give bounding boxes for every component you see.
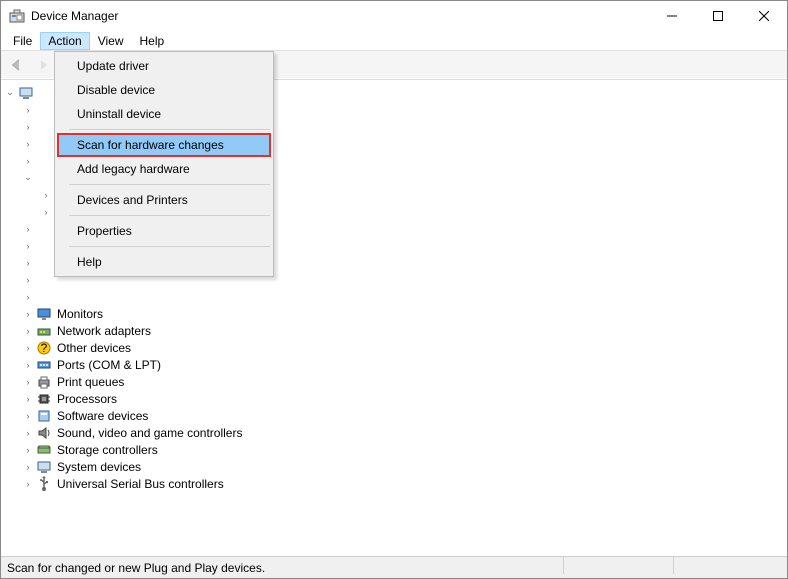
menu-add-legacy[interactable]: Add legacy hardware (57, 157, 271, 181)
system-device-icon (36, 459, 52, 475)
tree-expander-icon[interactable]: › (21, 154, 35, 168)
monitor-icon (36, 306, 52, 322)
unknown-device-icon: ? (36, 340, 52, 356)
tree-expander-icon[interactable]: › (39, 188, 53, 202)
device-manager-window: Device Manager File Action View Help ⌄ ›… (0, 0, 788, 579)
menu-separator (69, 184, 270, 185)
storage-icon (36, 442, 52, 458)
tree-expander-icon[interactable]: › (21, 256, 35, 270)
tree-expander-icon[interactable]: › (21, 460, 35, 474)
tree-label: Storage controllers (55, 443, 160, 457)
tree-item[interactable]: › (3, 288, 785, 305)
tree-item-printqueues[interactable]: › Print queues (3, 373, 785, 390)
statusbar-segments (563, 556, 783, 574)
titlebar[interactable]: Device Manager (1, 1, 787, 31)
statusbar: Scan for changed or new Plug and Play de… (1, 556, 787, 578)
menu-disable-device[interactable]: Disable device (57, 78, 271, 102)
tree-item-sound[interactable]: › Sound, video and game controllers (3, 424, 785, 441)
tree-expander-icon[interactable]: › (21, 103, 35, 117)
tree-expander-icon[interactable]: › (21, 341, 35, 355)
status-text: Scan for changed or new Plug and Play de… (7, 561, 265, 575)
computer-icon (18, 85, 34, 101)
menu-devices-printers[interactable]: Devices and Printers (57, 188, 271, 212)
tree-item-network[interactable]: › Network adapters (3, 322, 785, 339)
tree-expander-icon[interactable]: › (21, 358, 35, 372)
window-title: Device Manager (31, 9, 649, 23)
tree-expander-icon[interactable]: › (21, 290, 35, 304)
tree-expander-icon[interactable]: › (21, 222, 35, 236)
menu-action[interactable]: Action (40, 32, 89, 50)
tree-expander-icon[interactable]: › (21, 120, 35, 134)
tree-expander-open[interactable]: ⌄ (21, 171, 35, 185)
tree-label: System devices (55, 460, 143, 474)
tree-expander-icon[interactable]: › (21, 137, 35, 151)
tree-item-usb[interactable]: › Universal Serial Bus controllers (3, 475, 785, 492)
tree-label: Universal Serial Bus controllers (55, 477, 226, 491)
software-device-icon (36, 408, 52, 424)
tree-expander-icon[interactable]: › (21, 375, 35, 389)
menu-update-driver[interactable]: Update driver (57, 54, 271, 78)
minimize-button[interactable] (649, 1, 695, 31)
tree-item-storage[interactable]: › Storage controllers (3, 441, 785, 458)
maximize-button[interactable] (695, 1, 741, 31)
menu-view[interactable]: View (90, 32, 132, 50)
tree-expander-icon[interactable]: › (21, 443, 35, 457)
tree-expander-icon[interactable]: › (21, 307, 35, 321)
tree-expander-icon[interactable]: › (21, 477, 35, 491)
menu-separator (69, 215, 270, 216)
tree-expander-icon[interactable]: › (21, 392, 35, 406)
tree-expander-icon[interactable]: › (21, 273, 35, 287)
menubar: File Action View Help (1, 31, 787, 51)
tree-label: Software devices (55, 409, 150, 423)
tree-expander-icon[interactable]: › (21, 324, 35, 338)
tree-item-ports[interactable]: › Ports (COM & LPT) (3, 356, 785, 373)
printer-icon (36, 374, 52, 390)
tree-item-monitors[interactable]: › Monitors (3, 305, 785, 322)
tree-item-other[interactable]: ›? Other devices (3, 339, 785, 356)
menu-uninstall-device[interactable]: Uninstall device (57, 102, 271, 126)
back-button[interactable] (5, 53, 29, 77)
sound-icon (36, 425, 52, 441)
tree-expander-open[interactable]: ⌄ (3, 86, 17, 100)
close-button[interactable] (741, 1, 787, 31)
menu-file[interactable]: File (5, 32, 40, 50)
tree-label: Ports (COM & LPT) (55, 358, 163, 372)
action-menu-dropdown: Update driver Disable device Uninstall d… (54, 51, 274, 277)
forward-button[interactable] (31, 53, 55, 77)
window-controls (649, 1, 787, 31)
tree-item-software[interactable]: › Software devices (3, 407, 785, 424)
port-icon (36, 357, 52, 373)
tree-expander-icon[interactable]: › (21, 426, 35, 440)
tree-label: Network adapters (55, 324, 153, 338)
tree-label: Processors (55, 392, 119, 406)
menu-scan-hardware[interactable]: Scan for hardware changes (57, 133, 271, 157)
menu-help[interactable]: Help (57, 250, 271, 274)
tree-label: Print queues (55, 375, 126, 389)
tree-item-processors[interactable]: › Processors (3, 390, 785, 407)
tree-label: Other devices (55, 341, 133, 355)
tree-item-system[interactable]: › System devices (3, 458, 785, 475)
menu-separator (69, 246, 270, 247)
svg-text:?: ? (41, 341, 48, 355)
network-icon (36, 323, 52, 339)
menu-help[interactable]: Help (132, 32, 173, 50)
usb-icon (36, 476, 52, 492)
tree-expander-icon[interactable]: › (21, 409, 35, 423)
tree-label: Monitors (55, 307, 105, 321)
tree-label: Sound, video and game controllers (55, 426, 244, 440)
tree-expander-icon[interactable]: › (39, 205, 53, 219)
cpu-icon (36, 391, 52, 407)
app-icon (9, 8, 25, 24)
menu-properties[interactable]: Properties (57, 219, 271, 243)
menu-separator (69, 129, 270, 130)
tree-expander-icon[interactable]: › (21, 239, 35, 253)
